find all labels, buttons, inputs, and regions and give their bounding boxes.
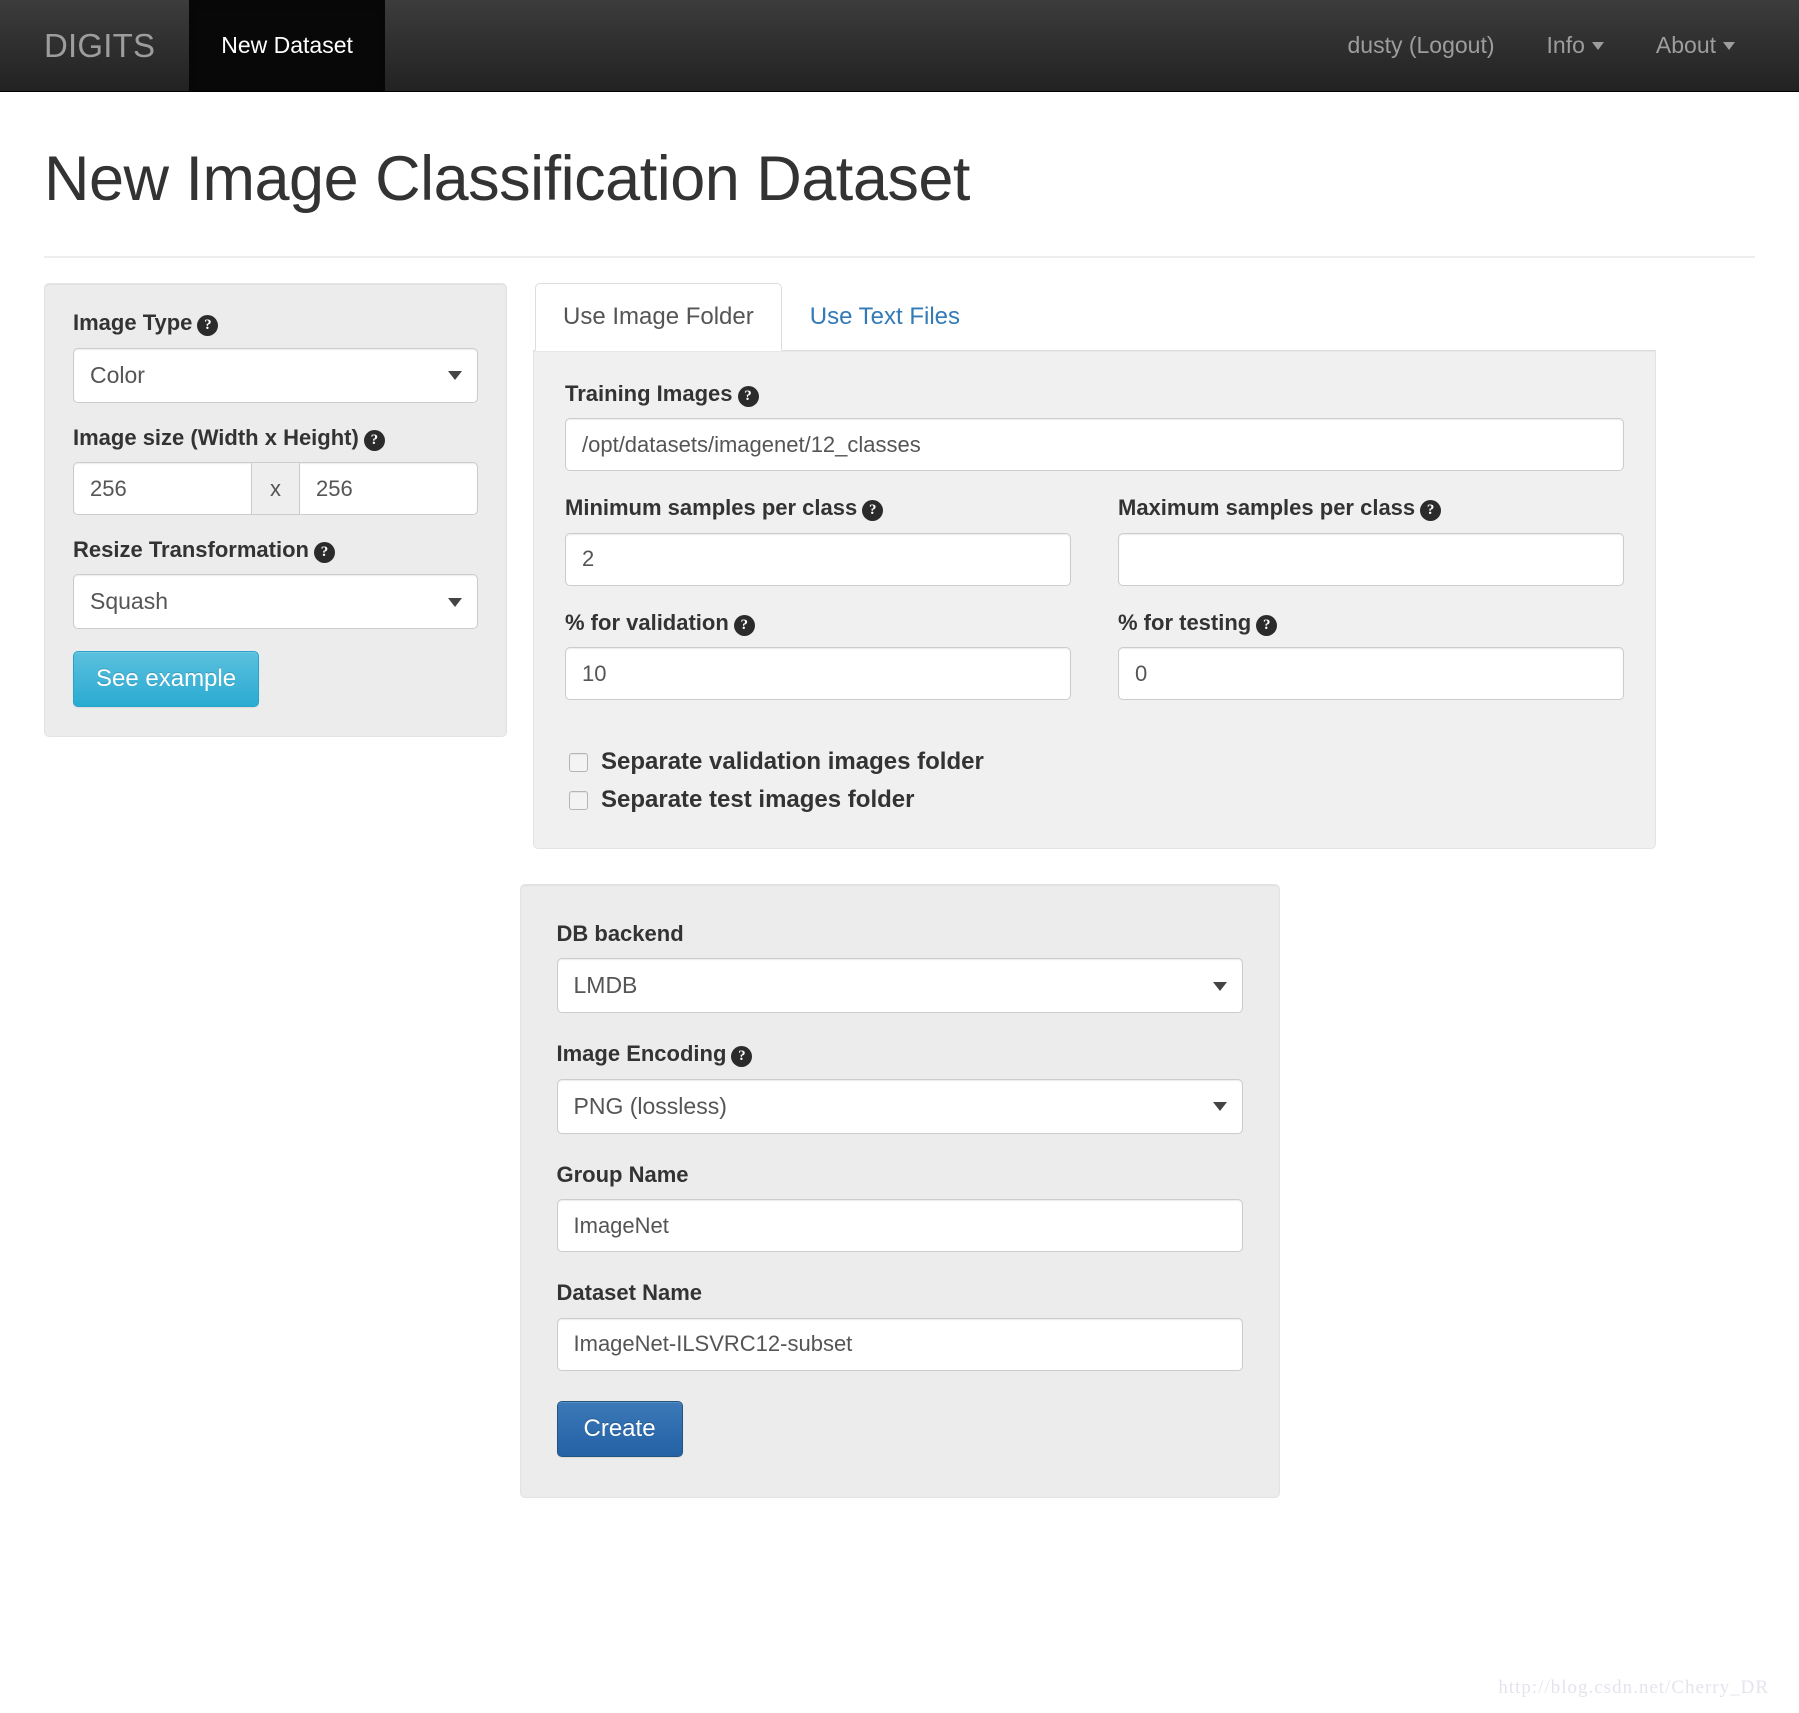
nav-item-info[interactable]: Info <box>1521 0 1630 91</box>
help-icon[interactable]: ? <box>313 542 335 564</box>
source-tabs: Use Image Folder Use Text Files <box>533 283 1656 351</box>
nav-item-new-dataset[interactable]: New Dataset <box>189 0 385 91</box>
page-title: New Image Classification Dataset <box>44 144 970 214</box>
min-samples-input[interactable] <box>565 532 1071 586</box>
max-samples-field: Maximum samples per class? <box>1118 495 1624 586</box>
brand-logo[interactable]: DIGITS <box>0 0 189 91</box>
image-options-panel: Image Type? Color Image size (Width x He… <box>44 283 507 738</box>
nav-item-about[interactable]: About <box>1630 0 1761 91</box>
min-samples-label-text: Minimum samples per class <box>565 495 858 521</box>
pct-testing-field: % for testing? <box>1118 610 1624 701</box>
db-backend-select[interactable]: LMDB <box>556 958 1243 1014</box>
pct-testing-label: % for testing? <box>1118 610 1624 636</box>
separate-test-folder-checkbox[interactable] <box>569 790 588 810</box>
separate-validation-folder-checkbox[interactable] <box>569 752 588 772</box>
see-example-button[interactable]: See example <box>73 651 260 708</box>
help-icon[interactable]: ? <box>737 385 759 407</box>
pct-validation-field: % for validation? <box>565 610 1071 701</box>
help-icon[interactable]: ? <box>1256 614 1278 636</box>
image-encoding-select[interactable]: PNG (lossless) <box>556 1078 1243 1134</box>
navbar-right-group: dusty (Logout) Info About <box>1321 0 1799 91</box>
help-icon[interactable]: ? <box>731 1046 753 1068</box>
training-images-label: Training Images? <box>565 381 1624 407</box>
image-size-label: Image size (Width x Height)? <box>73 425 478 451</box>
training-images-label-text: Training Images <box>565 380 733 406</box>
separate-test-folder-label[interactable]: Separate test images folder <box>601 786 914 814</box>
image-encoding-label: Image Encoding? <box>556 1041 1243 1068</box>
dataset-name-input[interactable] <box>556 1317 1243 1371</box>
max-samples-input[interactable] <box>1118 532 1624 586</box>
help-icon[interactable]: ? <box>197 315 219 337</box>
db-backend-label: DB backend <box>556 921 684 947</box>
dataset-name-field: Dataset Name <box>556 1280 1243 1371</box>
navbar-left-group: DIGITS New Dataset <box>0 0 385 91</box>
nav-about-label: About <box>1655 32 1716 58</box>
split-percent-row: % for validation? % for testing? <box>565 610 1624 701</box>
group-name-field: Group Name <box>556 1161 1243 1253</box>
dataset-settings-row: DB backend LMDB Image Encoding? PNG (los… <box>44 884 1755 1498</box>
db-backend-field: DB backend LMDB <box>556 921 1243 1014</box>
dataset-source-column: Use Image Folder Use Text Files Training… <box>533 283 1656 850</box>
group-name-label: Group Name <box>556 1161 689 1187</box>
image-encoding-field: Image Encoding? PNG (lossless) <box>556 1041 1243 1134</box>
training-images-input[interactable] <box>565 418 1624 472</box>
create-button[interactable]: Create <box>556 1400 683 1457</box>
resize-transformation-select[interactable]: Squash <box>73 574 478 630</box>
max-samples-label: Maximum samples per class? <box>1118 495 1624 522</box>
image-type-field: Image Type? Color <box>73 310 478 403</box>
chevron-down-icon <box>1591 41 1604 50</box>
pct-validation-label-text: % for validation <box>565 609 729 635</box>
separate-validation-folder-row: Separate validation images folder <box>565 748 1624 776</box>
pct-testing-label-text: % for testing <box>1118 609 1252 635</box>
samples-row: Minimum samples per class? Maximum sampl… <box>565 495 1624 586</box>
group-name-input[interactable] <box>556 1199 1243 1253</box>
watermark: http://blog.csdn.net/Cherry_DR <box>1498 1677 1769 1698</box>
min-samples-label: Minimum samples per class? <box>565 495 1071 522</box>
db-backend-select-wrap: LMDB <box>556 958 1243 1014</box>
nav-info-label: Info <box>1546 32 1585 58</box>
min-samples-field: Minimum samples per class? <box>565 495 1071 586</box>
help-icon[interactable]: ? <box>733 614 755 636</box>
help-icon[interactable]: ? <box>363 429 385 451</box>
image-type-select[interactable]: Color <box>73 347 478 403</box>
resize-transformation-field: Resize Transformation? Squash <box>73 537 478 630</box>
nav-item-user-logout[interactable]: dusty (Logout) <box>1321 0 1520 91</box>
help-icon[interactable]: ? <box>862 500 884 522</box>
resize-transformation-label-text: Resize Transformation <box>73 537 309 563</box>
image-size-label-text: Image size (Width x Height) <box>73 424 359 450</box>
training-images-field: Training Images? <box>565 381 1624 472</box>
title-divider <box>44 256 1755 259</box>
image-type-label-text: Image Type <box>73 310 193 336</box>
image-size-separator: x <box>252 462 299 516</box>
dataset-name-label: Dataset Name <box>556 1280 703 1306</box>
resize-transformation-select-wrap: Squash <box>73 574 478 630</box>
pct-testing-input[interactable] <box>1118 647 1624 701</box>
max-samples-label-text: Maximum samples per class <box>1118 495 1416 521</box>
image-size-field: Image size (Width x Height)? x <box>73 425 478 516</box>
image-size-input-group: x <box>73 462 478 516</box>
image-height-input[interactable] <box>299 462 478 516</box>
pct-validation-label: % for validation? <box>565 610 1071 636</box>
tab-use-image-folder[interactable]: Use Image Folder <box>535 283 782 351</box>
resize-transformation-label: Resize Transformation? <box>73 537 478 564</box>
tab-use-text-files[interactable]: Use Text Files <box>782 283 988 351</box>
use-image-folder-pane: Training Images? Minimum samples per cla… <box>533 350 1656 850</box>
separate-test-folder-row: Separate test images folder <box>565 786 1624 814</box>
image-encoding-label-text: Image Encoding <box>556 1041 727 1067</box>
dataset-settings-panel: DB backend LMDB Image Encoding? PNG (los… <box>519 884 1280 1498</box>
top-navbar: DIGITS New Dataset dusty (Logout) Info A… <box>0 0 1799 92</box>
image-type-select-wrap: Color <box>73 347 478 403</box>
pct-validation-input[interactable] <box>565 647 1071 701</box>
image-type-label: Image Type? <box>73 310 478 337</box>
image-width-input[interactable] <box>73 462 252 516</box>
help-icon[interactable]: ? <box>1420 500 1442 522</box>
page-container: New Image Classification Dataset Image T… <box>0 144 1799 1498</box>
chevron-down-icon <box>1723 41 1735 50</box>
separate-validation-folder-label[interactable]: Separate validation images folder <box>601 748 984 776</box>
main-row: Image Type? Color Image size (Width x He… <box>44 283 1755 850</box>
image-encoding-select-wrap: PNG (lossless) <box>556 1078 1243 1134</box>
